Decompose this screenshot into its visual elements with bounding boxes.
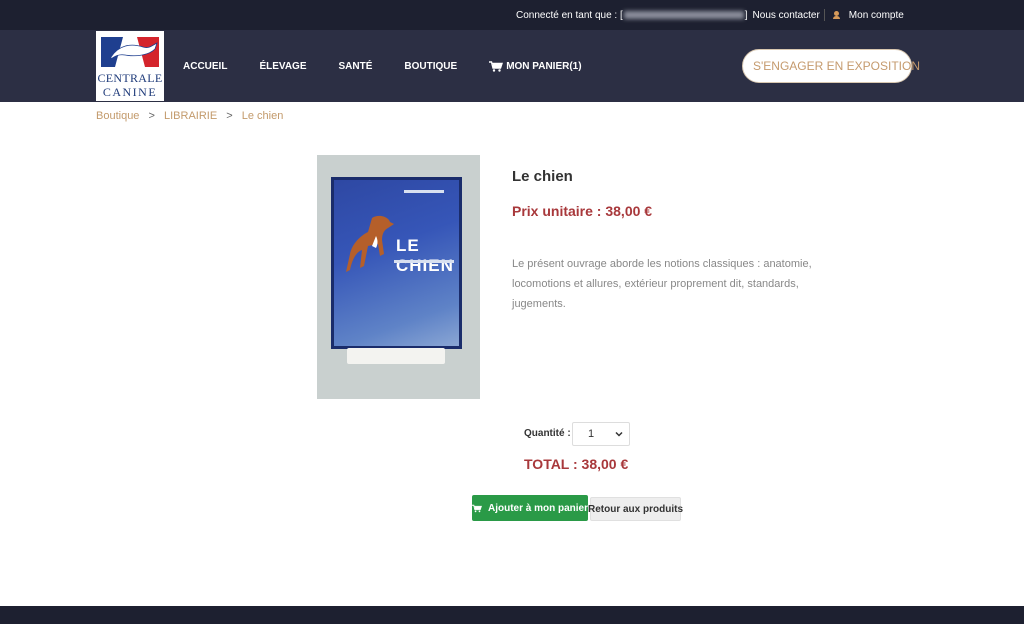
top-bar-links: Connecté en tant que : [ ] Nous contacte…: [516, 9, 904, 21]
order-total: TOTAL : 38,00 €: [524, 456, 629, 472]
dog-illustration-icon: [346, 215, 394, 272]
breadcrumb-separator: >: [226, 110, 233, 122]
top-bar: Connecté en tant que : [ ] Nous contacte…: [0, 0, 1024, 30]
quantity-select[interactable]: 1: [572, 422, 630, 446]
main-navbar: CENTRALE CANINE ACCUEIL ÉLEVAGE SANTÉ BO…: [0, 30, 1024, 102]
centrale-canine-logo[interactable]: CENTRALE CANINE: [96, 31, 164, 101]
nav-boutique[interactable]: BOUTIQUE: [404, 61, 457, 72]
nav-accueil[interactable]: ACCUEIL: [183, 61, 227, 72]
breadcrumb-librairie[interactable]: LIBRAIRIE: [164, 110, 217, 122]
breadcrumb-current: Le chien: [241, 110, 284, 122]
cart-label: MON PANIER(1): [506, 61, 582, 72]
connected-as-label: Connecté en tant que : [: [516, 9, 623, 21]
chevron-down-icon: [615, 431, 623, 437]
nav-sante[interactable]: SANTÉ: [339, 61, 373, 72]
contact-link[interactable]: Nous contacter: [753, 10, 820, 21]
quantity-value: 1: [588, 428, 595, 440]
book-author-line: [404, 190, 444, 193]
add-to-cart-button[interactable]: Ajouter à mon panier: [472, 495, 588, 521]
logo-flag-icon: [101, 37, 159, 67]
blurred-username: [623, 11, 744, 19]
cta-label: S'ENGAGER EN EXPOSITION: [753, 59, 920, 73]
breadcrumb: Boutique > LIBRAIRIE > Le chien: [96, 110, 283, 122]
product-description: Le présent ouvrage aborde les notions cl…: [512, 258, 812, 310]
cart-icon: [472, 504, 482, 512]
connected-as-suffix: ]: [744, 9, 748, 21]
back-to-products-button[interactable]: Retour aux produits: [588, 497, 683, 521]
unit-price: Prix unitaire : 38,00 €: [512, 203, 653, 219]
divider: [823, 9, 825, 21]
engage-exposition-button[interactable]: S'ENGAGER EN EXPOSITION: [742, 49, 920, 83]
logo-line-1: CENTRALE: [97, 71, 163, 85]
book-cover-title: LE CHIEN: [396, 236, 454, 275]
account-link[interactable]: Mon compte: [849, 10, 904, 21]
product-image[interactable]: LE CHIEN: [317, 155, 480, 399]
book-cover: LE CHIEN: [331, 177, 462, 349]
main-menu: ACCUEIL ÉLEVAGE SANTÉ BOUTIQUE MON PANIE…: [183, 61, 614, 72]
book-subtitle-line: [394, 260, 454, 263]
product-title: Le chien: [512, 168, 573, 185]
logo-line-2: CANINE: [102, 85, 158, 99]
user-icon: [832, 11, 840, 19]
nav-elevage[interactable]: ÉLEVAGE: [259, 61, 306, 72]
cart-icon: [489, 61, 504, 72]
footer: [0, 606, 1024, 624]
book-stand: [347, 348, 445, 364]
quantity-label: Quantité :: [524, 428, 571, 439]
nav-cart[interactable]: MON PANIER(1): [489, 61, 582, 72]
breadcrumb-boutique[interactable]: Boutique: [96, 110, 139, 122]
add-to-cart-label: Ajouter à mon panier: [487, 502, 588, 514]
breadcrumb-separator: >: [148, 110, 155, 122]
